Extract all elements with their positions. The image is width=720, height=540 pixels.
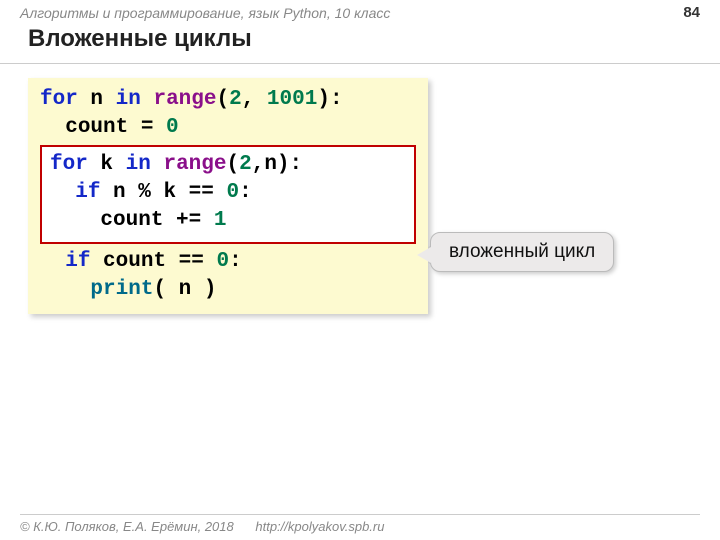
code-line-3: for k in range(2,n): [50,151,406,179]
page-number: 84 [683,4,700,21]
code-line-2: count = 0 [40,114,416,142]
copyright: © К.Ю. Поляков, Е.А. Ерёмин, 2018 [20,519,234,534]
course-label: Алгоритмы и программирование, язык Pytho… [20,5,390,21]
footer-text: © К.Ю. Поляков, Е.А. Ерёмин, 2018 http:/… [20,519,720,534]
header: Алгоритмы и программирование, язык Pytho… [0,0,720,21]
code-block: for n in range(2, 1001): count = 0 for k… [28,78,428,314]
code-line-7: print( n ) [40,276,416,304]
code-line-4: if n % k == 0: [50,179,406,207]
callout-text: вложенный цикл [449,241,595,262]
page-title: Вложенные циклы [0,21,720,63]
title-divider [0,63,720,64]
footer: © К.Ю. Поляков, Е.А. Ерёмин, 2018 http:/… [20,514,720,534]
inner-loop-box: for k in range(2,n): if n % k == 0: coun… [40,145,416,244]
footer-url: http://kpolyakov.spb.ru [255,519,384,534]
callout-nested-loop: вложенный цикл [430,232,614,272]
code-line-5: count += 1 [50,207,406,235]
footer-divider [20,514,700,515]
code-line-6: if count == 0: [40,248,416,276]
code-line-1: for n in range(2, 1001): [40,86,416,114]
